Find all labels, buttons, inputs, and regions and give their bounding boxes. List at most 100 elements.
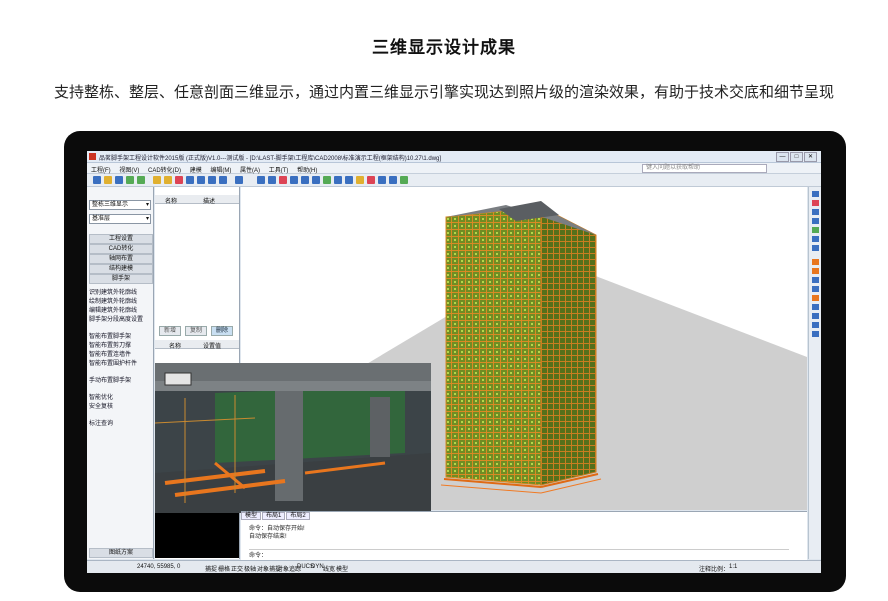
grid-layer-icon[interactable]: [812, 322, 819, 328]
bulb-icon[interactable]: [153, 176, 161, 184]
layer-icon[interactable]: [164, 176, 172, 184]
beam-layer-icon[interactable]: [812, 313, 819, 319]
zoom-extents-icon[interactable]: [812, 218, 819, 224]
export-icon[interactable]: [400, 176, 408, 184]
edit-icon[interactable]: [812, 236, 819, 242]
undo-icon[interactable]: [126, 176, 134, 184]
help-search-input[interactable]: 键入问题以获取帮助: [642, 164, 767, 173]
command-identify-outline[interactable]: 识别建筑外轮廓线: [89, 287, 137, 296]
drawing-plan-button[interactable]: 图纸方案: [89, 548, 153, 558]
orbit-icon[interactable]: [812, 191, 819, 197]
trim-icon[interactable]: [301, 176, 309, 184]
select-icon[interactable]: [257, 176, 265, 184]
toggle-ortho[interactable]: 正交: [231, 564, 243, 573]
tab-model[interactable]: 模型: [241, 512, 262, 520]
toggle-dyn[interactable]: DYN: [311, 564, 324, 570]
zoom-icon[interactable]: [219, 176, 227, 184]
brace-layer-icon[interactable]: [812, 295, 819, 301]
new-file-icon[interactable]: [93, 176, 101, 184]
mirror-icon[interactable]: [290, 176, 298, 184]
move-icon[interactable]: [268, 176, 276, 184]
prop-col-value: 设置值: [203, 344, 222, 350]
table-icon[interactable]: [345, 176, 353, 184]
status-bar: 24740, 55985, 0 捕捉 栅格 正交 极轴 对象捕捉 对象追踪 DU…: [87, 560, 821, 573]
cursor-coordinates: 24740, 55985, 0: [137, 564, 181, 570]
category-project-settings[interactable]: 工程设置: [89, 234, 153, 244]
toggle-polar[interactable]: 极轴: [244, 564, 256, 573]
toggle-lineweight[interactable]: 线宽: [323, 564, 335, 573]
toggle-snap[interactable]: 捕捉: [205, 564, 217, 573]
view-mode-select[interactable]: 整栋三维显示 ▾: [89, 200, 151, 210]
add-button[interactable]: 新增: [159, 326, 181, 336]
window-title: 品茗脚手架工程设计软件2015版 (正式版)V1.0---测试版 - [D:\L…: [99, 156, 442, 162]
category-cad-convert[interactable]: CAD转化: [89, 244, 153, 254]
pointer-icon[interactable]: [175, 176, 183, 184]
array-icon[interactable]: [323, 176, 331, 184]
command-smart-wall-ties[interactable]: 智能布置连墙件: [89, 349, 131, 358]
render-icon[interactable]: [389, 176, 397, 184]
preview-box: [155, 513, 239, 558]
property-header: 名称 设置值: [155, 340, 239, 350]
floor-select[interactable]: 基准层 ▾: [89, 214, 151, 224]
command-manual-scaffold[interactable]: 手动布置脚手架: [89, 375, 131, 384]
refresh-icon[interactable]: [235, 176, 243, 184]
layer-manager-icon[interactable]: [356, 176, 364, 184]
command-smart-bracing[interactable]: 智能布置剪刀撑: [89, 340, 131, 349]
floor-value: 基准层: [92, 216, 111, 222]
toggle-grid[interactable]: 栅格: [218, 564, 230, 573]
command-smart-guard-rods[interactable]: 智能布置围护杆件: [89, 358, 137, 367]
command-smart-scaffold[interactable]: 智能布置脚手架: [89, 331, 131, 340]
category-structure-model[interactable]: 结构建模: [89, 264, 153, 274]
close-button[interactable]: ✕: [804, 152, 817, 162]
minimize-button[interactable]: —: [776, 152, 789, 162]
toggle-model[interactable]: 模型: [336, 564, 348, 573]
delete-icon[interactable]: [279, 176, 287, 184]
rotate-view-icon[interactable]: [812, 227, 819, 233]
command-area: 模型 布局1 布局2 命令：自动保存开始! 自动保存结束! 命令：: [241, 511, 807, 560]
view-3d-icon[interactable]: [378, 176, 386, 184]
view-mode-value: 整栋三维显示: [92, 202, 129, 208]
category-axis-grid[interactable]: 轴网布置: [89, 254, 153, 264]
command-edit-outline[interactable]: 编辑建筑外轮廓线: [89, 305, 137, 314]
toolbar: [87, 174, 821, 187]
column-layer-icon[interactable]: [812, 304, 819, 310]
tab-layout1[interactable]: 布局1: [262, 512, 286, 520]
pan-icon[interactable]: [812, 209, 819, 215]
command-annotation-query[interactable]: 标注查询: [89, 418, 113, 427]
command-smart-optimize[interactable]: 智能优化: [89, 392, 113, 401]
warning-icon[interactable]: [812, 200, 819, 206]
command-draw-outline[interactable]: 绘制建筑外轮廓线: [89, 296, 137, 305]
measure-icon[interactable]: [334, 176, 342, 184]
pipe-layer-icon[interactable]: [812, 268, 819, 274]
open-file-icon[interactable]: [104, 176, 112, 184]
scaffold-layer-icon[interactable]: [812, 259, 819, 265]
measure-distance-icon[interactable]: [812, 245, 819, 251]
page-title: 三维显示设计成果: [372, 38, 516, 57]
command-safety-check[interactable]: 安全复核: [89, 401, 113, 410]
copy-icon[interactable]: [186, 176, 194, 184]
title-bar: 品茗脚手架工程设计软件2015版 (正式版)V1.0---测试版 - [D:\L…: [87, 151, 821, 163]
list-col-name: 名称: [165, 199, 178, 205]
copy-button[interactable]: 复制: [185, 326, 207, 336]
slab-layer-icon[interactable]: [812, 286, 819, 292]
list-col-desc: 描述: [203, 199, 216, 205]
category-scaffold[interactable]: 脚手架: [89, 274, 153, 284]
command-segment-height[interactable]: 脚手架分段高度设置: [89, 314, 143, 323]
annotation-scale-value[interactable]: 1:1: [729, 564, 737, 570]
maximize-button[interactable]: □: [790, 152, 803, 162]
rotate-icon[interactable]: [208, 176, 216, 184]
hide-icon[interactable]: [367, 176, 375, 184]
redo-icon[interactable]: [137, 176, 145, 184]
save-icon[interactable]: [115, 176, 123, 184]
delete-button[interactable]: 删除: [211, 326, 233, 336]
left-command-panel: 整栋三维显示 ▾ 基准层 ▾ 工程设置 CAD转化 轴网布置 结构建模 脚手架 识别…: [87, 187, 154, 559]
tab-layout2[interactable]: 布局2: [286, 512, 310, 520]
wall-layer-icon[interactable]: [812, 277, 819, 283]
section-view-icon[interactable]: [812, 331, 819, 337]
floor-detail-render: [155, 363, 431, 513]
chevron-down-icon: ▾: [145, 202, 149, 208]
paste-icon[interactable]: [197, 176, 205, 184]
command-input[interactable]: 命令：: [249, 549, 789, 559]
chevron-down-icon: ▾: [145, 216, 149, 222]
offset-icon[interactable]: [312, 176, 320, 184]
